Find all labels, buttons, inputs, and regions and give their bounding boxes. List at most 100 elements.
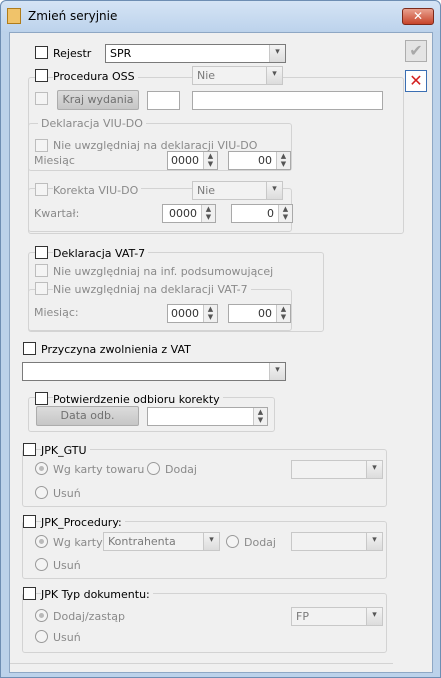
typ-select[interactable]: FP ▾ xyxy=(291,607,383,626)
proc-dodaj-label: Dodaj xyxy=(244,536,276,549)
oss-checkbox[interactable] xyxy=(35,69,48,82)
document-icon xyxy=(7,8,21,24)
spinner-arrows-icon: ▲ ▼ xyxy=(203,152,217,169)
chevron-down-icon: ▾ xyxy=(366,461,382,478)
viudo-ignore-checkbox[interactable] xyxy=(35,139,48,152)
exemption-label: Przyczyna zwolnienia z VAT xyxy=(41,343,191,356)
jpk-gtu-label: JPK_GTU xyxy=(41,444,90,457)
vat7-month-spinner[interactable]: 00 ▲ ▼ xyxy=(228,304,291,323)
gtu-dodaj-radio[interactable] xyxy=(147,462,160,475)
vat7-checkbox[interactable] xyxy=(35,246,48,259)
kraj-checkbox[interactable] xyxy=(35,92,48,105)
gtu-wg-karty-radio[interactable] xyxy=(35,462,48,475)
chevron-down-icon: ▾ xyxy=(266,67,282,84)
kwartal-year-spinner[interactable]: 0000 ▲ ▼ xyxy=(162,204,216,223)
close-button[interactable]: ✕ xyxy=(402,8,434,25)
viudo-year-value: 0000 xyxy=(171,154,199,167)
proc-usun-label: Usuń xyxy=(53,559,81,572)
kwartal-year-value: 0000 xyxy=(169,207,197,220)
korekta-label: Korekta VIU-DO xyxy=(53,184,142,197)
gtu-wg-karty-label: Wg karty towaru xyxy=(53,463,145,476)
bottom-divider xyxy=(10,663,393,664)
proc-select[interactable]: ▾ xyxy=(291,532,383,551)
chevron-down-icon: ▾ xyxy=(269,45,285,62)
data-odb-button[interactable]: Data odb. xyxy=(36,406,139,426)
oss-label: Procedura OSS xyxy=(53,70,138,83)
korekta-select[interactable]: Nie ▾ xyxy=(192,181,283,200)
vat7-year-value: 0000 xyxy=(171,307,199,320)
chevron-down-icon: ▾ xyxy=(366,533,382,550)
title-bar[interactable]: Zmień seryjnie ✕ xyxy=(1,1,440,31)
exemption-checkbox[interactable] xyxy=(23,342,36,355)
viudo-month-label: Miesiąc xyxy=(34,154,75,167)
typ-dodaj-label: Dodaj/zastąp xyxy=(53,610,125,623)
typ-usun-radio[interactable] xyxy=(35,630,48,643)
vat7-year-spinner[interactable]: 0000 ▲ ▼ xyxy=(167,304,218,323)
proc-karta-value: Kontrahenta xyxy=(108,535,176,548)
rejestr-select-value: SPR xyxy=(110,47,132,60)
vat7-ignore-decl-label: Nie uwzględniaj na deklaracji VAT-7 xyxy=(53,283,251,296)
jpk-procedury-checkbox[interactable] xyxy=(23,515,36,528)
kraj-code-field[interactable] xyxy=(147,91,180,110)
oss-select[interactable]: Nie ▾ xyxy=(192,66,283,85)
window-title: Zmień seryjnie xyxy=(28,9,118,23)
jpk-procedury-label: JPK_Procedury: xyxy=(41,516,125,529)
vat7-label: Deklaracja VAT-7 xyxy=(53,247,149,260)
kwartal-label: Kwartał: xyxy=(34,207,80,220)
confirm-button[interactable]: ✔ xyxy=(405,40,427,62)
correction-receipt-checkbox[interactable] xyxy=(35,392,48,405)
close-icon: ✕ xyxy=(412,9,424,23)
vat7-month-value: 00 xyxy=(258,307,272,320)
gtu-usun-radio[interactable] xyxy=(35,486,48,499)
checkmark-icon: ✔ xyxy=(409,41,423,60)
gtu-usun-label: Usuń xyxy=(53,487,81,500)
proc-wg-karty-label: Wg karty xyxy=(53,536,103,549)
exemption-select[interactable]: ▾ xyxy=(22,362,286,381)
spinner-arrows-icon: ▲ ▼ xyxy=(276,152,290,169)
vat7-ignore-decl-checkbox[interactable] xyxy=(35,282,48,295)
korekta-checkbox[interactable] xyxy=(35,183,48,196)
gtu-select[interactable]: ▾ xyxy=(291,460,383,479)
proc-wg-karty-radio[interactable] xyxy=(35,535,48,548)
cancel-button[interactable]: ✕ xyxy=(405,70,427,92)
spinner-arrows-icon: ▲ ▼ xyxy=(201,205,215,222)
typ-dodaj-radio[interactable] xyxy=(35,609,48,622)
form-panel: Rejestr SPR ▾ Procedura OSS Nie ▾ Kraj w… xyxy=(9,32,433,673)
chevron-down-icon: ▾ xyxy=(266,182,282,199)
proc-karta-select[interactable]: Kontrahenta ▾ xyxy=(103,532,220,551)
oss-select-value: Nie xyxy=(197,69,216,82)
spinner-arrows-icon: ▲ ▼ xyxy=(203,305,217,322)
jpk-gtu-checkbox[interactable] xyxy=(23,443,36,456)
korekta-select-value: Nie xyxy=(197,184,216,197)
spinner-arrows-icon: ▲ ▼ xyxy=(276,305,290,322)
kwartal-spinner[interactable]: 0 ▲ ▼ xyxy=(231,204,293,223)
vat7-ignore-summary-checkbox[interactable] xyxy=(35,264,48,277)
jpk-typ-checkbox[interactable] xyxy=(23,587,36,600)
proc-dodaj-radio[interactable] xyxy=(226,535,239,548)
rejestr-label: Rejestr xyxy=(53,47,92,60)
cancel-x-icon: ✕ xyxy=(409,71,423,90)
typ-usun-label: Usuń xyxy=(53,631,81,644)
kraj-wydania-button[interactable]: Kraj wydania xyxy=(57,90,139,110)
spinner-arrows-icon: ▲ ▼ xyxy=(253,408,267,425)
kraj-name-field[interactable] xyxy=(192,91,383,110)
typ-select-value: FP xyxy=(296,610,309,623)
rejestr-checkbox[interactable] xyxy=(35,46,48,59)
chevron-down-icon: ▾ xyxy=(366,608,382,625)
jpk-typ-label: JPK Typ dokumentu: xyxy=(41,588,153,601)
chevron-down-icon: ▾ xyxy=(269,363,285,380)
viudo-group-label: Deklaracja VIU-DO xyxy=(38,117,146,130)
gtu-dodaj-label: Dodaj xyxy=(165,463,197,476)
correction-date-field[interactable]: ▲ ▼ xyxy=(147,407,268,426)
dialog-window: Zmień seryjnie ✕ Rejestr SPR ▾ Procedura… xyxy=(0,0,441,678)
kwartal-value: 0 xyxy=(267,207,274,220)
viudo-month-value: 00 xyxy=(258,154,272,167)
viudo-month-spinner[interactable]: 00 ▲ ▼ xyxy=(228,151,291,170)
rejestr-select[interactable]: SPR ▾ xyxy=(105,44,286,63)
chevron-down-icon: ▾ xyxy=(203,533,219,550)
viudo-ignore-label: Nie uwzględniaj na deklaracji VIU-DO xyxy=(53,139,258,152)
vat7-month-label: Miesiąc: xyxy=(34,306,79,319)
viudo-year-spinner[interactable]: 0000 ▲ ▼ xyxy=(167,151,218,170)
correction-receipt-label: Potwierdzenie odbioru korekty xyxy=(53,393,223,406)
proc-usun-radio[interactable] xyxy=(35,558,48,571)
